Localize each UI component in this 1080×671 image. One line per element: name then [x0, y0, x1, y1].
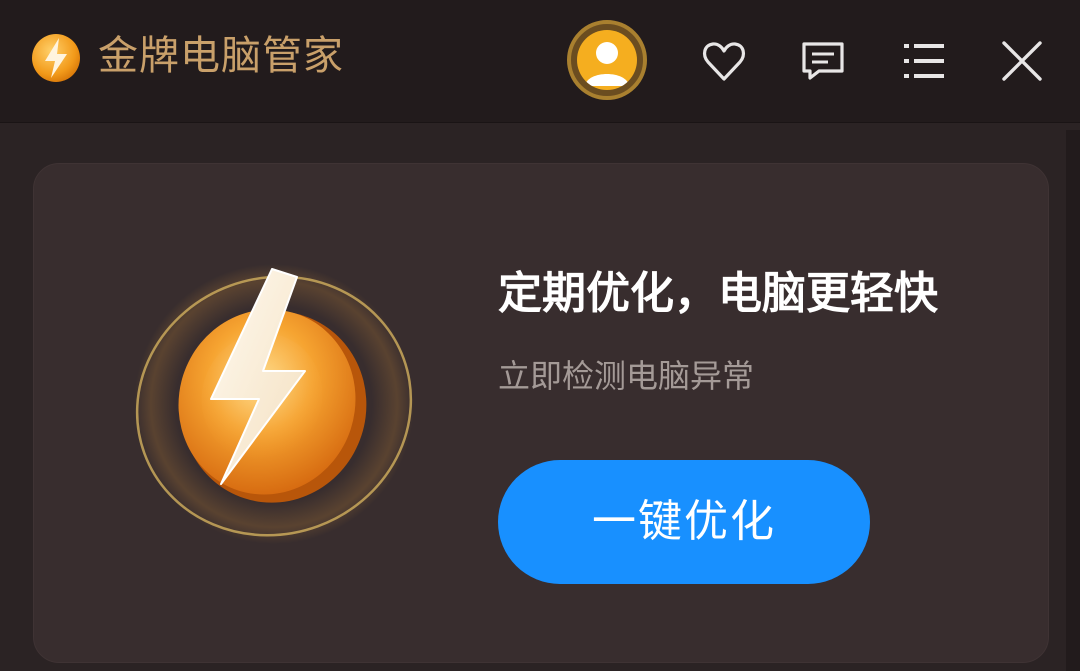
one-click-optimize-button[interactable]: 一键优化 — [498, 460, 870, 584]
user-avatar-icon — [577, 30, 637, 90]
lightning-bolt-icon — [31, 33, 81, 83]
close-icon[interactable] — [996, 35, 1048, 87]
card-subtitle: 立即检测电脑异常 — [498, 357, 755, 395]
scrollbar-track[interactable] — [1066, 130, 1080, 671]
menu-icon[interactable] — [898, 35, 950, 87]
heart-icon[interactable] — [698, 35, 750, 87]
app-window: 金牌电脑管家 定期优化，电脑更轻快 立即检测电脑异常 一键优化 — [0, 0, 1080, 671]
optimize-card: 定期优化，电脑更轻快 立即检测电脑异常 一键优化 — [33, 163, 1049, 663]
title-bar: 金牌电脑管家 — [0, 0, 1080, 123]
lightning-coin-icon — [129, 259, 419, 549]
app-title: 金牌电脑管家 — [98, 33, 344, 79]
card-title: 定期优化，电脑更轻快 — [498, 268, 938, 319]
message-icon[interactable] — [797, 35, 849, 87]
user-avatar-button[interactable] — [567, 20, 647, 100]
